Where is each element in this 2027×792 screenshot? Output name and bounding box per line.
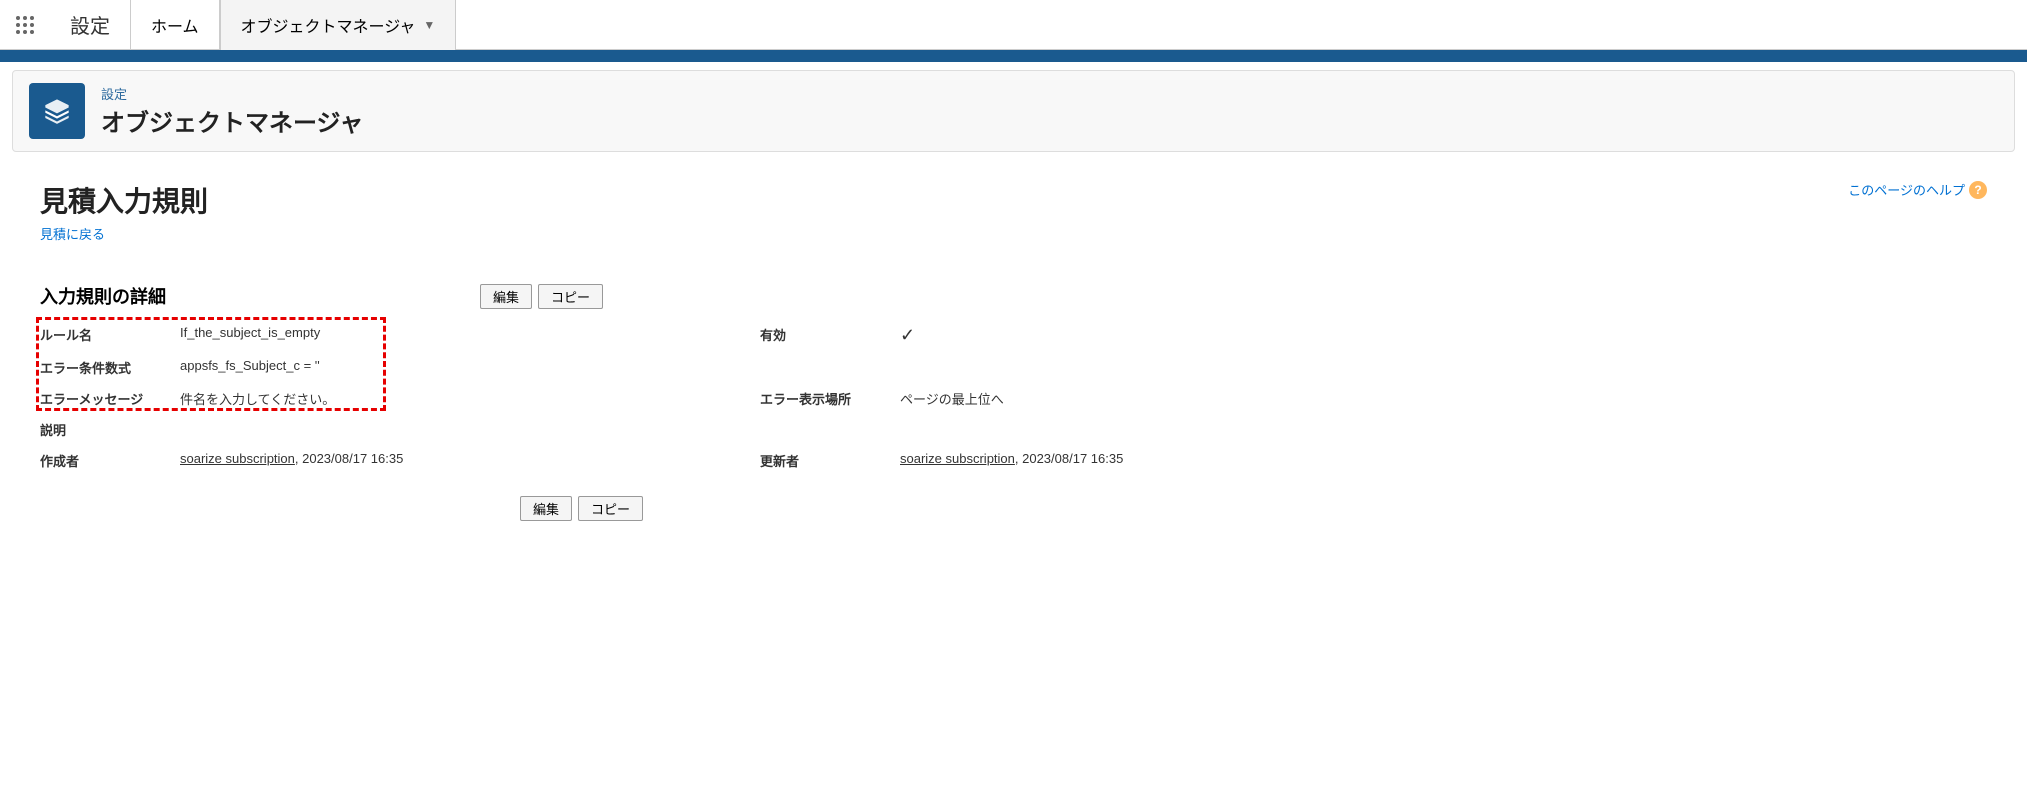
help-link[interactable]: このページのヘルプ ? <box>1848 180 1987 199</box>
tab-home[interactable]: ホーム <box>130 0 220 50</box>
page-title: 見積入力規則 <box>40 180 208 220</box>
description-value <box>180 420 760 439</box>
tab-object-manager[interactable]: オブジェクトマネージャ ▼ <box>220 0 457 50</box>
rule-name-value: If_the_subject_is_empty <box>180 325 760 346</box>
created-by-value: soarize subscription, 2023/08/17 16:35 <box>180 451 760 470</box>
location-value: ページの最上位へ <box>900 389 1987 408</box>
header-text: 設定 オブジェクトマネージャ <box>101 84 363 138</box>
edit-button-bottom[interactable]: 編集 <box>520 496 572 521</box>
description-label: 説明 <box>40 420 180 439</box>
help-icon: ? <box>1969 181 1987 199</box>
object-manager-icon <box>29 83 85 139</box>
app-launcher-icon[interactable] <box>0 15 50 35</box>
accent-bar <box>0 50 2027 62</box>
rule-name-label: ルール名 <box>40 325 180 346</box>
formula-label: エラー条件数式 <box>40 358 180 377</box>
modified-by-user-link[interactable]: soarize subscription <box>900 451 1015 466</box>
modified-by-value: soarize subscription, 2023/08/17 16:35 <box>900 451 1987 470</box>
header-big: オブジェクトマネージャ <box>101 103 363 138</box>
active-value: ✓ <box>900 325 1987 346</box>
message-value: 件名を入力してください。 <box>180 389 760 408</box>
tab-object-manager-label: オブジェクトマネージャ <box>241 13 416 37</box>
created-by-user-link[interactable]: soarize subscription <box>180 451 295 466</box>
copy-button[interactable]: コピー <box>538 284 603 309</box>
copy-button-bottom[interactable]: コピー <box>578 496 643 521</box>
top-nav: 設定 ホーム オブジェクトマネージャ ▼ <box>0 0 2027 50</box>
section-title: 入力規則の詳細 <box>40 283 480 309</box>
created-by-date: , 2023/08/17 16:35 <box>295 451 403 466</box>
detail-grid: ルール名 If_the_subject_is_empty 有効 ✓ エラー条件数… <box>40 319 1987 476</box>
content: 見積入力規則 見積に戻る このページのヘルプ ? 入力規則の詳細 編集 コピー … <box>0 160 2027 541</box>
message-label: エラーメッセージ <box>40 389 180 408</box>
tab-home-label: ホーム <box>151 13 199 37</box>
edit-button[interactable]: 編集 <box>480 284 532 309</box>
formula-value: appsfs_fs_Subject_c = '' <box>180 358 760 377</box>
app-label: 設定 <box>50 10 130 39</box>
modified-by-label: 更新者 <box>760 451 900 470</box>
modified-by-date: , 2023/08/17 16:35 <box>1015 451 1123 466</box>
header-small: 設定 <box>101 84 363 103</box>
chevron-down-icon: ▼ <box>423 18 435 32</box>
active-label: 有効 <box>760 325 900 346</box>
back-link[interactable]: 見積に戻る <box>40 224 105 243</box>
created-by-label: 作成者 <box>40 451 180 470</box>
page-header: 設定 オブジェクトマネージャ <box>12 70 2015 152</box>
help-link-label: このページのヘルプ <box>1848 180 1965 199</box>
location-label: エラー表示場所 <box>760 389 900 408</box>
